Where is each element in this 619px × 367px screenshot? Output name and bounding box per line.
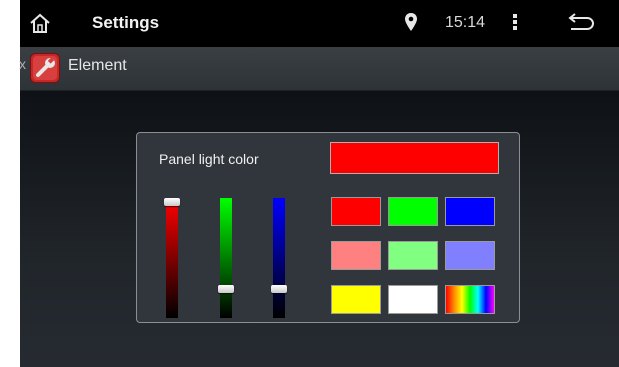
swatch-blue[interactable] [445, 197, 495, 226]
swatch-light-blue[interactable] [445, 241, 495, 270]
wrench-settings-icon[interactable] [30, 53, 60, 83]
red-slider[interactable] [164, 198, 180, 318]
green-slider-thumb[interactable] [218, 285, 234, 294]
panel-light-color-label: Panel light color [159, 151, 259, 167]
more-vert-icon[interactable] [512, 12, 518, 32]
swatch-green[interactable] [388, 197, 438, 226]
swatch-light-green[interactable] [388, 241, 438, 270]
blue-slider-thumb[interactable] [271, 285, 287, 294]
home-icon[interactable] [28, 12, 52, 34]
green-slider[interactable] [218, 198, 234, 318]
screen: Settings 15:14 x Element Panel light col… [0, 0, 619, 367]
back-icon[interactable] [567, 13, 595, 33]
swatch-light-red[interactable] [331, 241, 381, 270]
location-pin-icon [404, 12, 418, 32]
blue-slider[interactable] [271, 198, 287, 318]
swatch-rainbow[interactable] [445, 285, 495, 314]
red-slider-thumb[interactable] [164, 198, 180, 206]
color-preview [330, 142, 499, 174]
swatch-red[interactable] [331, 197, 381, 226]
status-time: 15:14 [445, 14, 486, 31]
swatch-white[interactable] [388, 285, 438, 314]
status-title: Settings [92, 13, 160, 32]
app-title: Element [68, 57, 127, 74]
close-nav[interactable]: x [19, 56, 26, 72]
swatch-yellow[interactable] [331, 285, 381, 314]
